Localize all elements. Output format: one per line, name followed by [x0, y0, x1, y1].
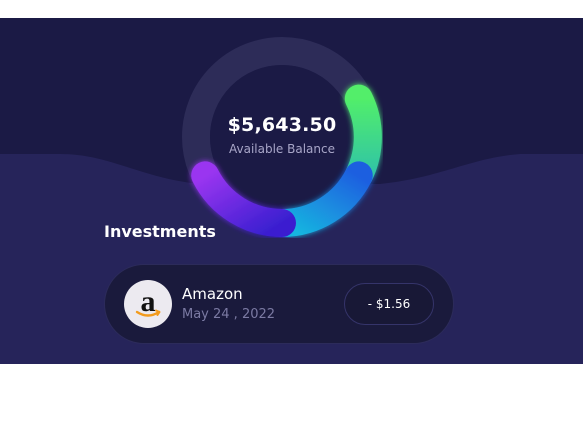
- investments-title: Investments: [104, 222, 216, 241]
- investment-date: May 24 , 2022: [182, 307, 276, 322]
- investment-amount-badge[interactable]: - $1.56: [344, 283, 434, 325]
- balance-label: Available Balance: [229, 142, 335, 156]
- svg-text:a: a: [141, 285, 156, 318]
- balance-amount: $5,643.50: [227, 114, 337, 136]
- investment-item[interactable]: a Amazon May 24 , 2022 - $1.56: [104, 264, 454, 344]
- balance-donut-chart: $5,643.50 Available Balance: [181, 36, 383, 238]
- amazon-logo-icon: a: [124, 280, 172, 328]
- investment-name: Amazon: [182, 285, 243, 303]
- balance-panel: $5,643.50 Available Balance Investments …: [0, 18, 583, 364]
